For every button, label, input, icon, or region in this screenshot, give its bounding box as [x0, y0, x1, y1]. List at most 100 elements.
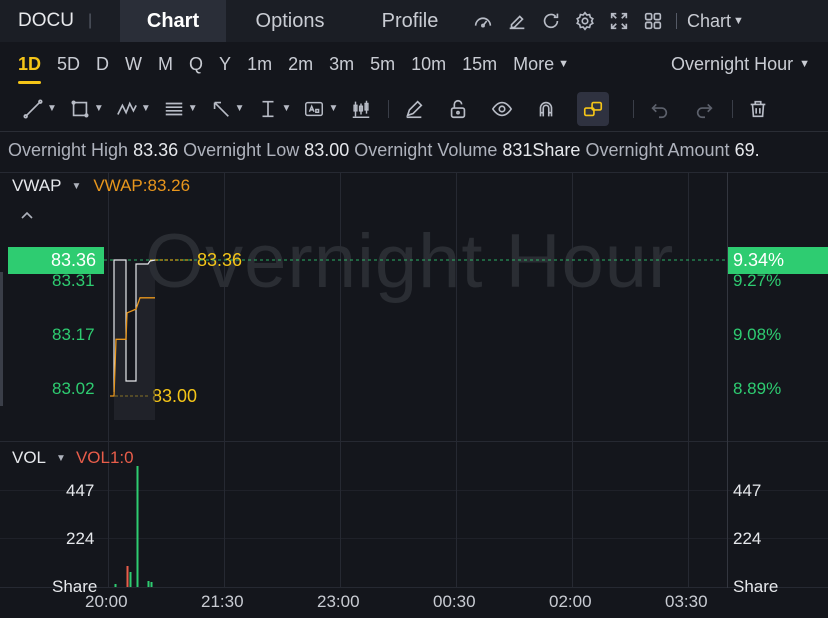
gear-icon[interactable]: [568, 0, 602, 42]
period-d[interactable]: D: [96, 42, 109, 86]
tab-profile[interactable]: Profile: [354, 0, 466, 42]
volume-bar: [136, 466, 139, 587]
edit-icon[interactable]: [500, 0, 534, 42]
amount-value: 69.: [734, 140, 760, 160]
period-15m[interactable]: 15m: [462, 42, 497, 86]
dropdown-arrow-icon: ▼: [558, 58, 570, 70]
period-q[interactable]: Q: [189, 42, 203, 86]
dropdown-arrow-icon: ▼: [234, 103, 245, 114]
high-label: Overnight High: [8, 140, 129, 160]
period-more-label: More: [513, 53, 555, 74]
dropdown-arrow-icon: ▼: [140, 103, 151, 114]
period-2m[interactable]: 2m: [288, 42, 313, 86]
undo-icon: [651, 103, 668, 118]
candlestick-icon: [353, 100, 370, 118]
dropdown-arrow-icon: ▼: [799, 58, 810, 70]
trendline-icon: [23, 98, 43, 119]
measure-tool[interactable]: ▼: [257, 86, 291, 132]
volume-indicator-legend[interactable]: VOL ▼ VOL1:0: [12, 448, 134, 468]
tab-chart[interactable]: Chart: [120, 0, 226, 42]
time-axis-label: 02:00: [549, 592, 592, 611]
time-axis-label: 03:30: [665, 592, 708, 611]
time-axis-label: 23:00: [317, 592, 360, 611]
rectangle-tool[interactable]: ▼: [69, 86, 104, 132]
time-axis-label: 20:00: [85, 592, 128, 611]
redo-tool[interactable]: [694, 86, 716, 132]
grid-line: [108, 172, 109, 588]
dropdown-arrow-icon: ▼: [187, 103, 198, 114]
period-more[interactable]: More ▼: [513, 42, 569, 86]
overnight-stats: Overnight High 83.36 Overnight Low 83.00…: [8, 140, 828, 161]
pct-axis-label: 8.89%: [733, 379, 782, 398]
chevron-up-icon[interactable]: [20, 207, 34, 225]
grid-layout-icon[interactable]: [636, 0, 670, 42]
high-marker-label: 83.36: [197, 250, 243, 270]
magnet-tool[interactable]: [535, 86, 557, 132]
toolbar-divider: [633, 99, 635, 118]
grid-line: [0, 172, 828, 173]
visibility-tool[interactable]: [491, 86, 513, 132]
text-tool[interactable]: ▼: [303, 86, 338, 132]
period-w[interactable]: W: [125, 42, 142, 86]
link-tool[interactable]: [577, 91, 610, 126]
link-icon: [584, 101, 603, 116]
price-axis-label: 83.02: [52, 379, 95, 398]
nav-divider: [676, 13, 677, 29]
amount-label: Overnight Amount: [585, 140, 730, 160]
vol-axis-label: 447: [733, 481, 762, 500]
period-selector: 1D 5D D W M Q Y 1m 2m 3m 5m 10m 15m More…: [0, 42, 828, 86]
toolbar-divider: [388, 99, 390, 118]
dropdown-arrow-icon: ▼: [71, 180, 82, 192]
price-axis-line: [727, 172, 728, 588]
session-select[interactable]: Overnight Hour ▼: [671, 42, 810, 86]
grid-line: [0, 490, 828, 491]
pen-tool[interactable]: [403, 86, 425, 132]
gauge-icon[interactable]: [466, 0, 500, 42]
magnet-icon: [540, 101, 553, 116]
chart-menu[interactable]: Chart ▼: [687, 11, 744, 32]
text-box-icon: [305, 101, 324, 116]
ticker-symbol[interactable]: DOCU |: [0, 0, 120, 42]
period-m[interactable]: M: [158, 42, 173, 86]
candle-tool[interactable]: [350, 86, 372, 132]
fibonacci-icon: [165, 102, 182, 115]
lock-tool[interactable]: [447, 86, 469, 132]
arrow-tool[interactable]: ▼: [210, 86, 245, 132]
grid-line: [688, 172, 689, 588]
pattern-tool[interactable]: ▼: [116, 86, 151, 132]
chart-menu-label: Chart: [687, 10, 732, 31]
dropdown-arrow-icon: ▼: [93, 103, 104, 114]
period-y[interactable]: Y: [219, 42, 231, 86]
period-1d[interactable]: 1D: [18, 42, 42, 86]
trendline-tool[interactable]: ▼: [22, 86, 57, 132]
delete-tool[interactable]: [747, 86, 769, 132]
vol-axis-label: 224: [733, 529, 762, 548]
undo-tool[interactable]: [648, 86, 670, 132]
period-5m[interactable]: 5m: [370, 42, 395, 86]
volume-value: 831Share: [502, 140, 581, 160]
session-label: Overnight Hour: [671, 53, 794, 74]
eye-icon: [492, 101, 513, 116]
dropdown-arrow-icon: ▼: [47, 103, 57, 114]
period-5d[interactable]: 5D: [57, 42, 80, 86]
vwap-line: [110, 297, 155, 397]
grid-line: [0, 538, 828, 539]
vol1-value: VOL1:0: [75, 448, 134, 467]
period-3m[interactable]: 3m: [329, 42, 354, 86]
low-label: Overnight Low: [183, 140, 300, 160]
dropdown-arrow-icon: ▼: [328, 103, 339, 114]
zigzag-icon: [116, 100, 137, 115]
fibonacci-tool[interactable]: ▼: [163, 86, 198, 132]
main-indicator-legend[interactable]: VWAP ▼ VWAP:83.26: [12, 176, 190, 196]
ticker-label: DOCU: [18, 10, 74, 31]
tab-options[interactable]: Options: [226, 0, 354, 42]
period-1m[interactable]: 1m: [247, 42, 272, 86]
fullscreen-icon[interactable]: [602, 0, 636, 42]
high-value: 83.36: [133, 140, 179, 160]
vol-indicator-name: VOL: [12, 448, 47, 467]
drawing-toolbar: ▼ ▼ ▼ ▼ ▼ ▼ ▼: [0, 86, 828, 132]
volume-label: Overnight Volume: [354, 140, 498, 160]
redo-icon: [697, 103, 713, 118]
period-10m[interactable]: 10m: [411, 42, 446, 86]
refresh-icon[interactable]: [534, 0, 568, 42]
